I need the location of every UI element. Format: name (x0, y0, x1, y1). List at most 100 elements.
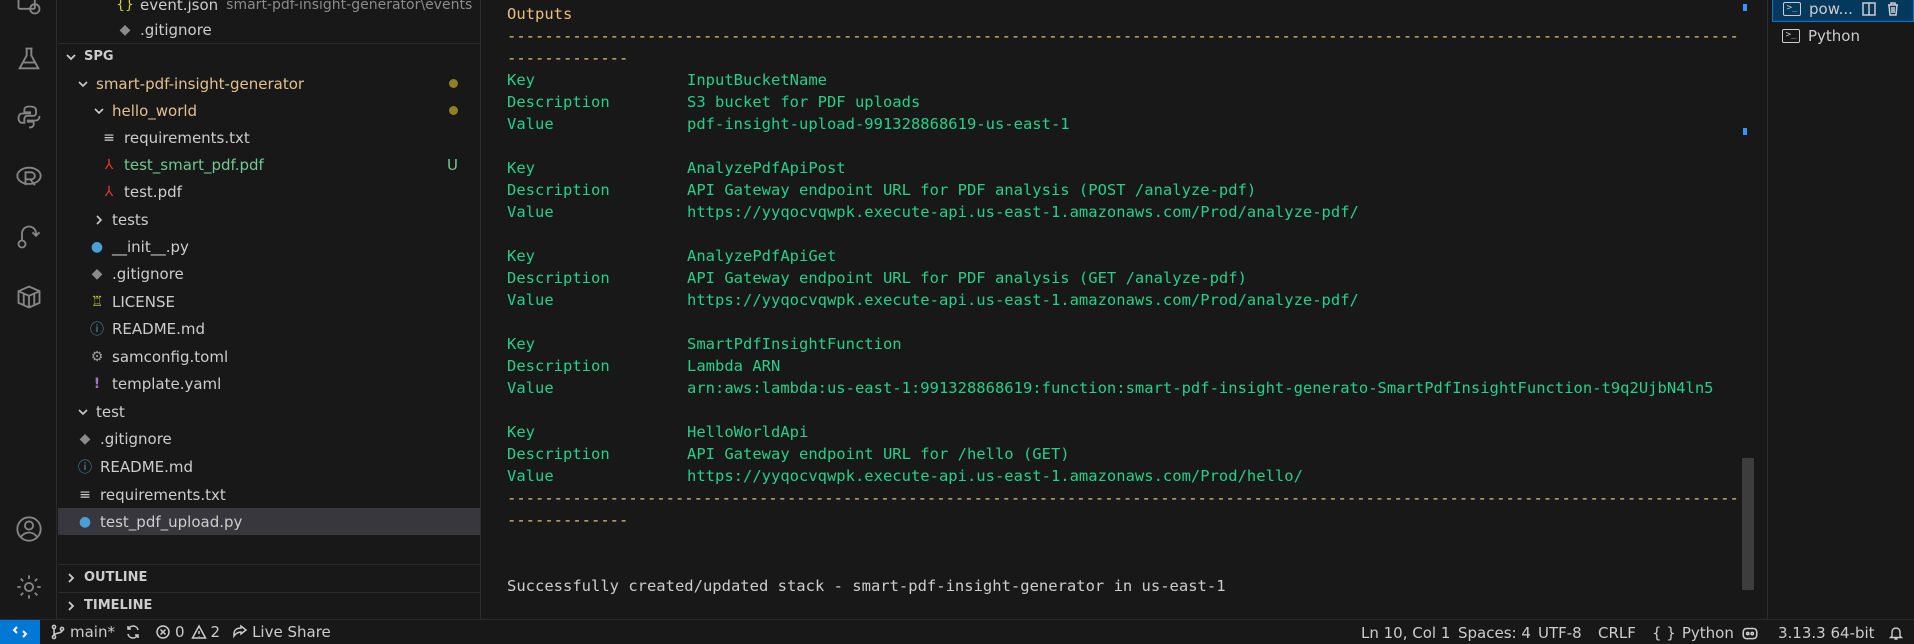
output-value-row: Value https://yyqocvqwpk.execute-api.us-e… (507, 291, 1359, 309)
folder-label: test (96, 402, 125, 421)
language-mode[interactable]: { } Python (1652, 620, 1734, 644)
tree-item-file[interactable]: ♖ LICENSE (58, 288, 480, 315)
tree-item-folder[interactable]: tests (58, 206, 480, 233)
tree-item-gitignore[interactable]: ◆ .gitignore (58, 16, 480, 43)
terminal-panel[interactable]: Outputs --------------------------------… (482, 0, 1754, 619)
python-icon[interactable] (14, 102, 44, 132)
terminal-icon: >_ (1782, 28, 1800, 43)
chevron-right-icon (64, 599, 78, 613)
tree-item-file[interactable]: ⚙ samconfig.toml (58, 343, 480, 370)
tree-item-file[interactable]: ≡ requirements.txt (58, 124, 480, 151)
tree-item-file-selected[interactable]: ● test_pdf_upload.py (58, 508, 480, 535)
tree-item-file[interactable]: ⓘ README.md (58, 453, 480, 480)
file-label: requirements.txt (124, 128, 250, 147)
file-label: __init__.py (112, 237, 189, 256)
remote-indicator-button[interactable] (0, 619, 40, 644)
terminal-tab-python[interactable]: >_ Python (1772, 22, 1914, 49)
tree-item-file[interactable]: ◆ .gitignore (58, 260, 480, 287)
git-branch-button[interactable]: main* (44, 620, 121, 644)
separator-line: ----------------------------------------… (507, 489, 1737, 507)
indentation[interactable]: Spaces: 4 (1458, 620, 1531, 644)
python-interpreter[interactable]: 3.13.3 64-bit (1778, 620, 1875, 644)
split-terminal-icon[interactable] (1861, 1, 1877, 17)
containers-icon[interactable] (14, 282, 44, 312)
folder-label: tests (112, 210, 149, 229)
error-icon (156, 625, 170, 639)
sync-icon (127, 625, 139, 639)
outline-section-header[interactable]: OUTLINE (58, 564, 480, 590)
chevron-right-icon (64, 571, 78, 585)
timeline-section-header[interactable]: TIMELINE (58, 592, 480, 618)
pdf-file-icon: ⅄ (104, 183, 114, 200)
tree-item-file[interactable]: ⅄ test_smart_pdf.pdf U (58, 151, 480, 178)
vscode-window: {} event.json smart-pdf-insight-generato… (0, 0, 1914, 644)
git-branch-icon (51, 624, 65, 640)
folder-label: hello_world (112, 101, 198, 120)
separator-line: ------------- (507, 49, 629, 67)
account-icon[interactable] (14, 514, 44, 544)
tree-item-file[interactable]: ● __init__.py (58, 233, 480, 260)
json-file-icon: {} (116, 0, 134, 13)
outputs-heading: Outputs (507, 5, 573, 23)
tree-item-file[interactable]: ≡ requirements.txt (58, 481, 480, 508)
tree-item-file[interactable]: ⅄ test.pdf (58, 178, 480, 205)
tree-item-file[interactable]: ◆ .gitignore (58, 425, 480, 452)
chevron-down-icon (64, 50, 78, 64)
section-title: TIMELINE (84, 598, 153, 613)
output-value-row: Value https://yyqocvqwpk.execute-api.us-e… (507, 203, 1359, 221)
branch-name: main* (70, 623, 115, 641)
terminal-icon: >_ (1783, 1, 1801, 16)
encoding[interactable]: UTF-8 (1538, 620, 1582, 644)
notifications-bell-icon[interactable] (1888, 620, 1904, 644)
gear-icon[interactable] (14, 572, 44, 602)
terminal-scrollbar[interactable] (1740, 0, 1754, 619)
remote-explorer-icon[interactable] (14, 222, 44, 252)
workspace-section-header[interactable]: SPG (58, 43, 480, 69)
file-label: .gitignore (112, 264, 184, 283)
testing-history-icon[interactable] (14, 0, 44, 18)
tree-item-folder[interactable]: test (58, 398, 480, 425)
terminal-tab-powershell[interactable]: >_ pow... (1772, 0, 1914, 22)
git-file-icon: ◆ (119, 21, 131, 38)
end-of-line[interactable]: CRLF (1598, 620, 1636, 644)
tree-item-file[interactable]: ! template.yaml (58, 370, 480, 397)
file-label: requirements.txt (100, 485, 226, 504)
output-description-row: Description API Gateway endpoint URL for … (507, 181, 1257, 199)
terminal-tabs-list: >_ pow... >_ Python (1767, 0, 1914, 619)
file-label: README.md (112, 319, 206, 338)
sync-button[interactable] (121, 620, 149, 644)
separator-line: ----------------------------------------… (507, 27, 1737, 45)
info-icon: ⓘ (78, 459, 92, 476)
scroll-marker (1743, 4, 1747, 11)
output-key-row: Key HelloWorldApi (507, 423, 809, 441)
tree-item-folder[interactable]: hello_world (58, 97, 480, 124)
live-share-label: Live Share (252, 623, 331, 641)
output-description-row: Description S3 bucket for PDF uploads (507, 93, 921, 111)
problems-button[interactable]: 0 2 (149, 620, 226, 644)
file-label: .gitignore (100, 429, 172, 448)
cursor-position[interactable]: Ln 10, Col 1 (1361, 620, 1450, 644)
section-title: OUTLINE (84, 570, 148, 585)
python-file-icon: ● (78, 513, 92, 530)
flask-icon[interactable] (14, 44, 44, 74)
file-label: test_smart_pdf.pdf (124, 155, 264, 174)
python-file-icon: ● (90, 238, 104, 255)
file-label: .gitignore (140, 20, 212, 39)
folder-label: smart-pdf-insight-generator (96, 74, 305, 93)
r-language-icon[interactable] (14, 162, 44, 192)
terminal-tab-label: pow... (1809, 0, 1853, 18)
copilot-icon[interactable] (1741, 620, 1759, 644)
chevron-down-icon (76, 405, 90, 419)
yaml-file-icon: ! (93, 375, 101, 392)
trash-icon[interactable] (1885, 1, 1901, 17)
file-label: samconfig.toml (112, 347, 229, 366)
chevron-right-icon (92, 213, 106, 227)
output-key-row: Key InputBucketName (507, 71, 827, 89)
tree-item-file[interactable]: ⓘ README.md (58, 315, 480, 342)
chevron-down-icon (76, 77, 90, 91)
live-share-button[interactable]: Live Share (226, 620, 337, 644)
scrollbar-thumb[interactable] (1742, 458, 1754, 590)
output-value-row: Value pdf-insight-upload-991328868619-us-… (507, 115, 1070, 133)
tree-item-folder[interactable]: smart-pdf-insight-generator (58, 70, 480, 97)
info-icon: ⓘ (90, 321, 104, 338)
